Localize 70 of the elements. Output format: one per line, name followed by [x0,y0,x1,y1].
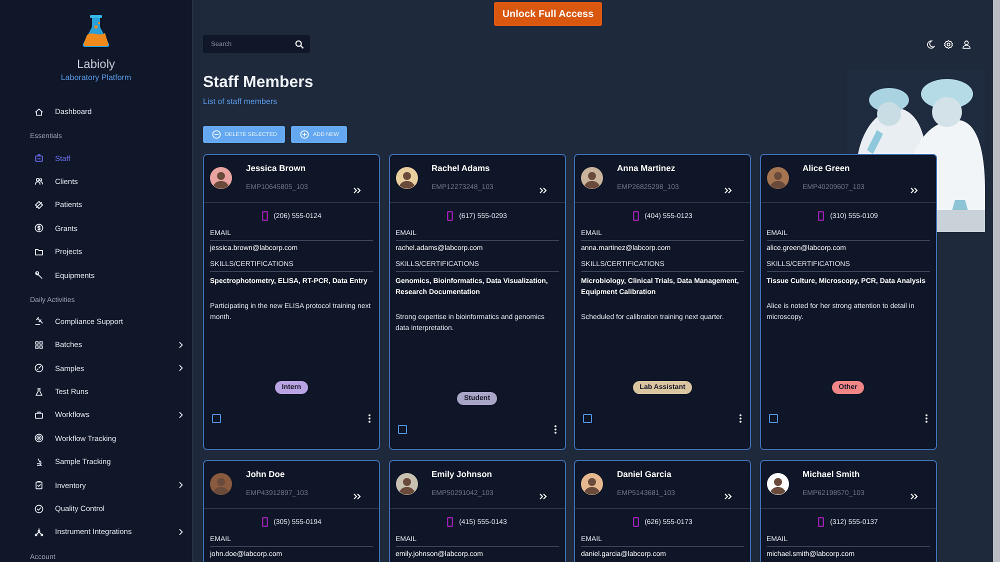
staff-name: John Doe [246,469,286,481]
phone-icon [632,517,639,527]
dollar-icon [34,223,44,234]
double-chevron-icon[interactable] [538,493,546,500]
badge-icon [34,153,44,164]
plus-circle-icon [300,130,309,139]
grid-icon [34,340,44,350]
network-icon [34,526,44,537]
checkbox[interactable] [398,425,406,434]
staff-name: Alice Green [802,163,851,175]
people-icon [34,176,44,186]
phone-icon [818,517,824,527]
staff-name: Rachel Adams [432,163,491,175]
avatar [766,167,788,189]
scrollbar[interactable] [993,0,1000,562]
flask-icon [34,386,44,397]
phone-icon [262,517,268,527]
staff-name: Michael Smith [802,469,861,481]
avatar [210,473,232,495]
phone-icon [447,517,454,527]
microscope-icon [34,456,44,467]
avatar [581,167,603,189]
unlock-button[interactable]: Unlock Full Access [494,2,602,26]
phone-icon [818,211,824,221]
folder-icon [34,246,44,257]
settings-icon[interactable] [944,40,953,48]
clipboard-icon [34,480,44,490]
avatar [396,167,418,189]
gavel-icon [34,316,44,326]
double-chevron-icon[interactable] [724,493,732,500]
phone-icon [262,211,268,221]
double-chevron-icon[interactable] [538,187,546,194]
gauge-icon [34,363,44,374]
home-icon [34,106,44,117]
minus-circle-icon [212,130,221,139]
avatar [766,473,788,495]
page-subtitle: List of staff members [203,97,278,106]
more-icon[interactable] [924,414,928,423]
checkbox[interactable] [768,414,778,423]
user-icon[interactable] [962,40,971,48]
avatar [581,473,603,495]
briefcase-icon [34,410,44,420]
checkbox[interactable] [212,414,221,423]
more-icon[interactable] [739,414,742,423]
page-title: Staff Members [203,74,314,92]
target-icon [34,433,44,444]
staff-name: Jessica Brown [246,163,307,175]
more-icon[interactable] [368,414,371,423]
avatar [210,167,232,189]
double-chevron-icon[interactable] [353,187,361,194]
moon-icon[interactable] [926,40,935,48]
check-circle-icon [34,504,44,514]
avatar [396,473,418,495]
more-icon[interactable] [554,425,556,434]
double-chevron-icon[interactable] [910,493,918,500]
app-tagline: Laboratory Platform [60,73,132,82]
wrench-icon [34,270,44,280]
staff-name: Daniel Garcia [617,469,672,481]
double-chevron-icon[interactable] [910,187,918,194]
flask-logo [81,14,111,48]
search-icon [295,40,304,48]
double-chevron-icon[interactable] [353,493,361,500]
staff-name: Anna Martinez [617,163,676,175]
bandage-icon [34,200,44,210]
staff-name: Emily Johnson [432,469,493,481]
phone-icon [447,211,454,221]
app-name: Labioly [76,57,116,71]
phone-icon [632,211,639,221]
checkbox[interactable] [583,414,592,423]
double-chevron-icon[interactable] [724,187,732,194]
